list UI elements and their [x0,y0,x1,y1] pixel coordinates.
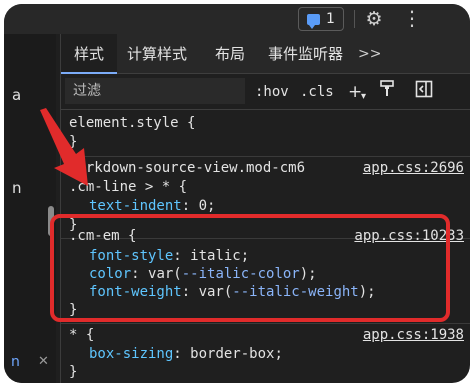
paint-brush-svg [380,80,394,96]
tab-event-listeners[interactable]: 事件监听器 [268,34,343,74]
more-tabs-button[interactable]: >> [358,34,381,74]
source-link[interactable]: app.css:1938 [363,326,464,345]
tab-label: 事件监听器 [268,45,344,63]
toggle-sidebar-icon[interactable] [415,80,433,104]
rule-selector[interactable]: markdown-source-view.mod-cm6 [69,159,305,178]
property-name[interactable]: text-indent [89,198,182,214]
tab-computed[interactable]: 计算样式 [127,34,187,74]
kebab-icon[interactable]: ⋮ [402,7,422,31]
sidebar-tabs: 样式 计算样式 布局 事件监听器 >> [61,34,470,74]
rule-close-brace: } [69,364,78,380]
breadcrumb-fragment[interactable]: n [11,354,20,370]
tab-layout[interactable]: 布局 [215,34,245,74]
paint-brush-icon[interactable] [379,80,395,104]
dom-text-fragment: n [12,179,22,197]
issues-button[interactable]: 1 [298,7,344,31]
chevron-down-icon[interactable]: ▾ [361,85,366,109]
dom-text-fragment: a [12,86,22,104]
cls-toggle[interactable]: .cls [300,80,334,104]
toolbar-divider [354,10,355,28]
rule-selector[interactable]: * { [69,326,94,345]
annotation-highlight-box [50,214,450,322]
property-value[interactable]: border-box; [190,346,283,362]
rule-divider [61,156,470,157]
property-name[interactable]: box-sizing [89,346,173,362]
annotation-arrow-icon [40,108,88,186]
issues-count: 1 [326,11,335,27]
tab-label: 样式 [73,45,104,63]
styles-toolbar: :hov .cls + ▾ [61,74,470,110]
gear-icon[interactable]: ⚙ [362,7,386,31]
property-value[interactable]: 0; [199,198,216,214]
source-link[interactable]: app.css:2696 [363,159,464,178]
filter-input[interactable] [65,78,245,104]
tab-label: 计算样式 [127,45,188,63]
chat-bubble-icon [307,13,320,29]
devtools-window: 1 ⚙ ⋮ a n n ✕ 样式 计算样式 布局 事件监听器 >> :hov .… [4,4,470,383]
elements-panel-fragment: a n n ✕ [4,34,56,383]
sidebar-svg [415,80,433,98]
tab-styles[interactable]: 样式 [61,34,117,74]
close-icon[interactable]: ✕ [38,354,49,369]
declaration[interactable]: box-sizing: border-box; [89,345,283,364]
rule-divider [61,323,470,324]
devtools-toolbar: 1 ⚙ ⋮ [4,4,470,34]
tab-label: 布局 [215,45,246,63]
hov-toggle[interactable]: :hov [255,80,289,104]
